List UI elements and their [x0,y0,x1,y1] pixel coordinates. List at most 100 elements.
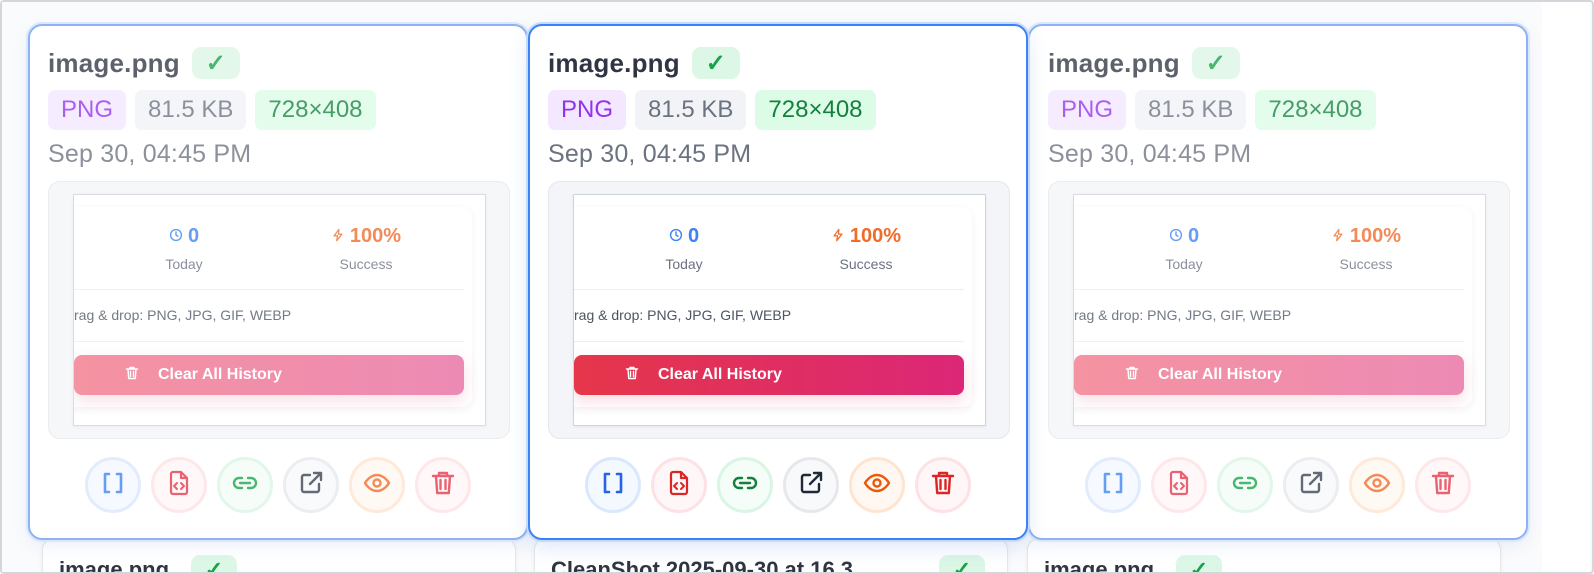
file-code-icon [164,468,194,503]
delete-button[interactable] [415,457,471,513]
file-type-chip: PNG [48,90,127,130]
clear-history-button-preview: Clear All History [1074,355,1464,395]
drop-formats-text: rag & drop: PNG, JPG, GIF, WEBP [1074,307,1292,323]
clock-icon [169,225,183,248]
preview-button[interactable] [349,457,405,513]
card-actions [585,457,971,513]
copy-html-button[interactable] [651,457,707,513]
copy-link-button[interactable] [1217,457,1273,513]
clock-icon [669,225,683,248]
preview-button[interactable] [849,457,905,513]
external-link-icon [796,468,826,503]
stat-label: Success [839,256,893,272]
brackets-icon [98,468,128,503]
dimensions-chip: 728×408 [255,90,376,130]
image-preview-container[interactable]: 0 Today 100% Success rag & drop: PNG, JP… [548,181,1010,439]
history-card-next[interactable]: image.png ✓ [1027,538,1501,572]
trash-icon [124,365,140,386]
stat-label: Today [165,256,203,272]
divider [74,289,464,290]
trash-icon [428,468,458,503]
copy-html-button[interactable] [1151,457,1207,513]
file-name: image.png [1048,47,1180,78]
copy-link-button[interactable] [717,457,773,513]
upload-date: Sep 30, 04:45 PM [48,140,252,168]
drop-formats-text: rag & drop: PNG, JPG, GIF, WEBP [74,307,292,323]
upload-date: Sep 30, 04:45 PM [548,140,752,168]
copy-markdown-button[interactable] [1085,457,1141,513]
file-name: image.png [548,47,680,78]
image-preview-container[interactable]: 0 Today 100% Success rag & drop: PNG, JP… [48,181,510,439]
open-external-button[interactable] [1283,457,1339,513]
preview-panel: 0 Today 100% Success rag & drop: PNG, JP… [1074,207,1472,407]
copy-link-button[interactable] [217,457,273,513]
dimensions-chip: 728×408 [1255,90,1376,130]
brackets-icon [598,468,628,503]
divider [1074,289,1464,290]
dimensions-chip: 728×408 [755,90,876,130]
right-gutter [1542,2,1590,572]
clear-history-label: Clear All History [658,366,782,383]
eye-icon [1362,468,1392,503]
trash-icon [928,468,958,503]
image-preview-container[interactable]: 0 Today 100% Success rag & drop: PNG, JP… [1048,181,1510,439]
stat-today: 0 Today [604,225,764,272]
card-actions [85,457,471,513]
file-type-chip: PNG [1048,90,1127,130]
stat-today: 0 Today [104,225,264,272]
history-card-selected[interactable]: image.png ✓ PNG 81.5 KB 728×408 Sep 30, … [528,24,1028,540]
stat-value: 100% [349,225,402,247]
external-link-icon [1296,468,1326,503]
eye-icon [862,468,892,503]
drop-formats-text: rag & drop: PNG, JPG, GIF, WEBP [574,307,792,323]
card-header: image.png ✓ PNG 81.5 KB 728×408 Sep 30, … [1048,46,1508,169]
image-preview[interactable]: 0 Today 100% Success rag & drop: PNG, JP… [73,194,486,426]
stat-label: Today [665,256,703,272]
clock-icon [1169,225,1183,248]
divider [1074,341,1464,342]
link-icon [1230,468,1260,503]
upload-success-badge: ✓ [1176,555,1222,572]
history-card-next[interactable]: image.png ✓ [42,538,516,572]
file-name: image.png [59,557,170,572]
history-card-next[interactable]: CleanShot 2025-09-30 at 16.3 ✓ [534,538,1008,572]
bolt-icon [831,225,845,248]
stat-value: 0 [687,225,700,247]
card-header: image.png ✓ PNG 81.5 KB 728×408 Sep 30, … [48,46,508,169]
stat-value: 100% [1349,225,1402,247]
image-preview[interactable]: 0 Today 100% Success rag & drop: PNG, JP… [573,194,986,426]
file-name: image.png [1044,557,1155,572]
stat-success: 100% Success [1286,225,1446,272]
stat-value: 100% [849,225,902,247]
card-header: image.png ✓ PNG 81.5 KB 728×408 Sep 30, … [548,46,1008,169]
stat-label: Success [1339,256,1393,272]
copy-markdown-button[interactable] [585,457,641,513]
divider [74,341,464,342]
preview-panel: 0 Today 100% Success rag & drop: PNG, JP… [574,207,972,407]
image-preview[interactable]: 0 Today 100% Success rag & drop: PNG, JP… [1073,194,1486,426]
history-card[interactable]: image.png ✓ PNG 81.5 KB 728×408 Sep 30, … [28,24,528,540]
link-icon [230,468,260,503]
divider [574,289,964,290]
open-external-button[interactable] [783,457,839,513]
preview-panel: 0 Today 100% Success rag & drop: PNG, JP… [74,207,472,407]
copy-html-button[interactable] [151,457,207,513]
stat-value: 0 [1187,225,1200,247]
file-size-chip: 81.5 KB [1135,90,1247,130]
file-name: image.png [48,47,180,78]
preview-button[interactable] [1349,457,1405,513]
file-name: CleanShot 2025-09-30 at 16.3 [551,557,854,572]
file-type-chip: PNG [548,90,627,130]
history-card[interactable]: image.png ✓ PNG 81.5 KB 728×408 Sep 30, … [1028,24,1528,540]
bolt-icon [1331,225,1345,248]
clear-history-label: Clear All History [158,366,282,383]
eye-icon [362,468,392,503]
trash-icon [1124,365,1140,386]
upload-success-badge: ✓ [939,555,985,572]
open-external-button[interactable] [283,457,339,513]
upload-success-badge: ✓ [191,47,240,79]
delete-button[interactable] [915,457,971,513]
copy-markdown-button[interactable] [85,457,141,513]
delete-button[interactable] [1415,457,1471,513]
file-code-icon [1164,468,1194,503]
